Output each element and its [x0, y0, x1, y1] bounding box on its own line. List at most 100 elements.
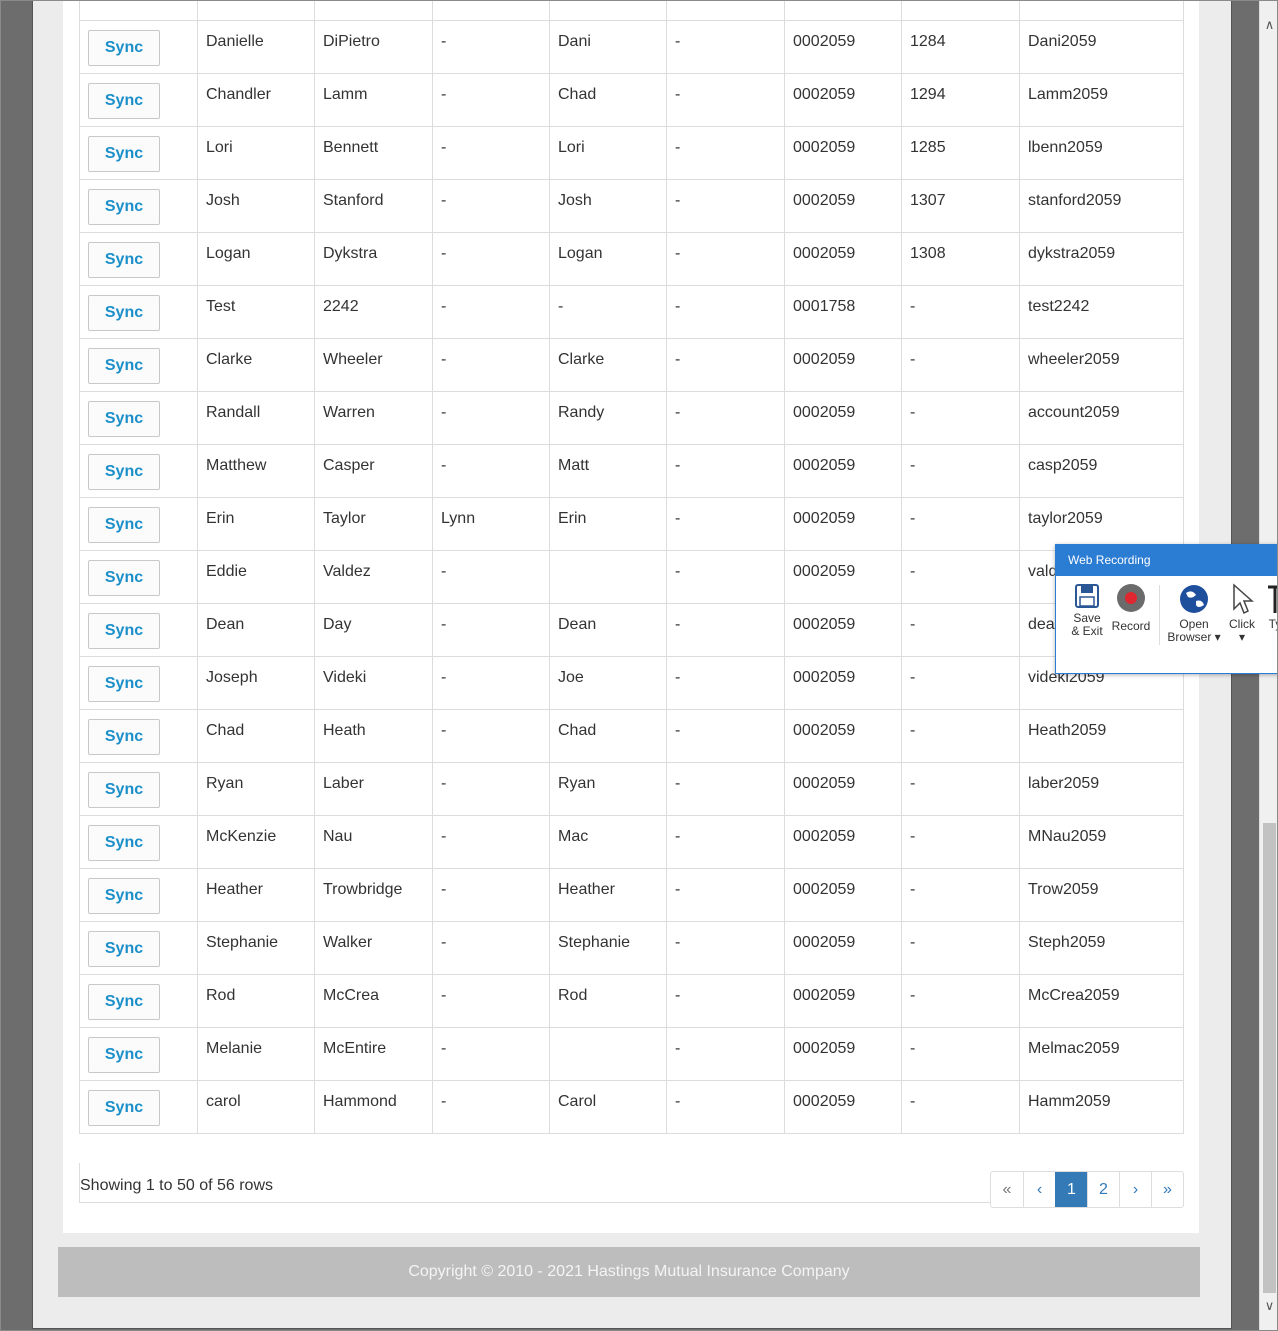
next-page-button[interactable]: › — [1119, 1172, 1151, 1207]
page-2-button[interactable]: 2 — [1087, 1172, 1119, 1207]
cell-first-name: McKenzie — [197, 815, 315, 869]
scroll-down-arrow-icon[interactable]: ∨ — [1260, 1296, 1277, 1316]
cell-middle-name: - — [432, 73, 550, 127]
cell-last-name: Walker — [314, 921, 433, 975]
cell-suffix: - — [666, 232, 785, 286]
cell-nickname: Mac — [549, 815, 667, 869]
sync-cell: Sync — [79, 974, 198, 1028]
cell-suffix: - — [666, 1027, 785, 1081]
cell-nickname: Carol — [549, 1080, 667, 1134]
cell-agency-code: 0002059 — [784, 73, 902, 127]
cell-middle-name: - — [432, 1027, 550, 1081]
sync-cell: Sync — [79, 73, 198, 127]
cell-username: Melmac2059 — [1019, 1027, 1184, 1081]
sync-button[interactable]: Sync — [88, 1037, 160, 1073]
cell-agent-id: 1307 — [901, 179, 1020, 233]
table-row: Sync Chandler Lamm - Chad -0002059 1294 Lamm205… — [79, 73, 1184, 127]
last-page-button[interactable]: » — [1151, 1172, 1183, 1207]
cell-agency-code: 0002059 — [784, 497, 902, 551]
cell-username: McCrea2059 — [1019, 974, 1184, 1028]
sync-button[interactable]: Sync — [88, 242, 160, 278]
cell-last-name: Trowbridge — [314, 868, 433, 922]
cell-username: Hamm2059 — [1019, 1080, 1184, 1134]
cell-agent-id: - — [901, 921, 1020, 975]
table-body: Sync Danielle DiPietro - Dani -0002059 1284 Dan… — [79, 1, 1184, 1134]
cell-agent-id: - — [901, 603, 1020, 657]
cell-last-name: Wheeler — [314, 338, 433, 392]
sync-button[interactable]: Sync — [88, 1090, 160, 1126]
page-1-button[interactable]: 1 — [1055, 1172, 1087, 1207]
cell-middle-name: - — [432, 974, 550, 1028]
sync-button[interactable]: Sync — [88, 507, 160, 543]
cell-username: stanford2059 — [1019, 179, 1184, 233]
sync-cell — [79, 1, 198, 21]
open-browser-button[interactable]: Open Browser ▾ — [1166, 583, 1222, 644]
cell-username: taylor2059 — [1019, 497, 1184, 551]
scroll-up-arrow-icon[interactable]: ∧ — [1260, 15, 1277, 35]
sync-button[interactable]: Sync — [88, 878, 160, 914]
table-row: Sync Rod McCrea - Rod -0002059- McCrea2059 — [79, 974, 1184, 1028]
cell-suffix: - — [666, 444, 785, 498]
sync-button[interactable]: Sync — [88, 189, 160, 225]
save-exit-button[interactable]: Save & Exit — [1068, 583, 1106, 638]
cell-last-name: Lamm — [314, 73, 433, 127]
type-button[interactable]: Ty — [1263, 583, 1277, 631]
record-button[interactable]: Record — [1111, 583, 1151, 633]
cell-suffix: - — [666, 73, 785, 127]
cell-username: Heath2059 — [1019, 709, 1184, 763]
cell-last-name: Videki — [314, 656, 433, 710]
cell-agency-code: 0002059 — [784, 709, 902, 763]
scroll-thumb[interactable] — [1263, 823, 1276, 1293]
cell-username: casp2059 — [1019, 444, 1184, 498]
cell-agency-code: 0002059 — [784, 656, 902, 710]
cell-agency-code: 0002059 — [784, 815, 902, 869]
click-button[interactable]: Click ▾ — [1226, 583, 1258, 644]
first-page-button[interactable]: « — [991, 1172, 1023, 1207]
cell-agency-code: 0001758 — [784, 285, 902, 339]
cell-agency-code: 0002059 — [784, 391, 902, 445]
cell-middle-name: - — [432, 391, 550, 445]
cell-first-name: Logan — [197, 232, 315, 286]
table-row: Sync Ryan Laber - Ryan -0002059- laber2059 — [79, 762, 1184, 816]
cell-middle-name: - — [432, 868, 550, 922]
cell-suffix: - — [666, 550, 785, 604]
sync-button[interactable]: Sync — [88, 136, 160, 172]
sync-button[interactable]: Sync — [88, 348, 160, 384]
cell-nickname: Logan — [549, 232, 667, 286]
sync-button[interactable]: Sync — [88, 454, 160, 490]
sync-cell: Sync — [79, 656, 198, 710]
content-panel: Sync Danielle DiPietro - Dani -0002059 1284 Dan… — [63, 1, 1199, 1233]
cell-nickname: Lori — [549, 126, 667, 180]
cell-agent-id: - — [901, 338, 1020, 392]
sync-button[interactable]: Sync — [88, 613, 160, 649]
cell-first-name: Eddie — [197, 550, 315, 604]
sync-button[interactable]: Sync — [88, 83, 160, 119]
table-row: Sync Heather Trowbridge - Heather -0002059- Tr… — [79, 868, 1184, 922]
sync-cell: Sync — [79, 1027, 198, 1081]
sync-button[interactable]: Sync — [88, 666, 160, 702]
cell-suffix: - — [666, 285, 785, 339]
cell-suffix: - — [666, 179, 785, 233]
sync-button[interactable]: Sync — [88, 772, 160, 808]
cell-agency-code: 0002059 — [784, 921, 902, 975]
cell-nickname: Dani — [549, 20, 667, 74]
sync-button[interactable]: Sync — [88, 931, 160, 967]
table-row: Sync Lori Bennett - Lori -0002059 1285 lbenn205… — [79, 126, 1184, 180]
sync-button[interactable]: Sync — [88, 401, 160, 437]
sync-button[interactable]: Sync — [88, 825, 160, 861]
cell-first-name: Josh — [197, 179, 315, 233]
sync-button[interactable]: Sync — [88, 560, 160, 596]
cell-nickname: Rod — [549, 974, 667, 1028]
sync-button[interactable]: Sync — [88, 719, 160, 755]
prev-page-button[interactable]: ‹ — [1023, 1172, 1055, 1207]
sync-button[interactable]: Sync — [88, 984, 160, 1020]
sync-button[interactable]: Sync — [88, 30, 160, 66]
sync-cell: Sync — [79, 285, 198, 339]
cell-last-name: Bennett — [314, 126, 433, 180]
cell-last-name: Heath — [314, 709, 433, 763]
cell-nickname: Matt — [549, 444, 667, 498]
cell-agent-id: - — [901, 762, 1020, 816]
cell-agent-id: - — [901, 444, 1020, 498]
sync-button[interactable]: Sync — [88, 295, 160, 331]
cell-nickname: Joe — [549, 656, 667, 710]
